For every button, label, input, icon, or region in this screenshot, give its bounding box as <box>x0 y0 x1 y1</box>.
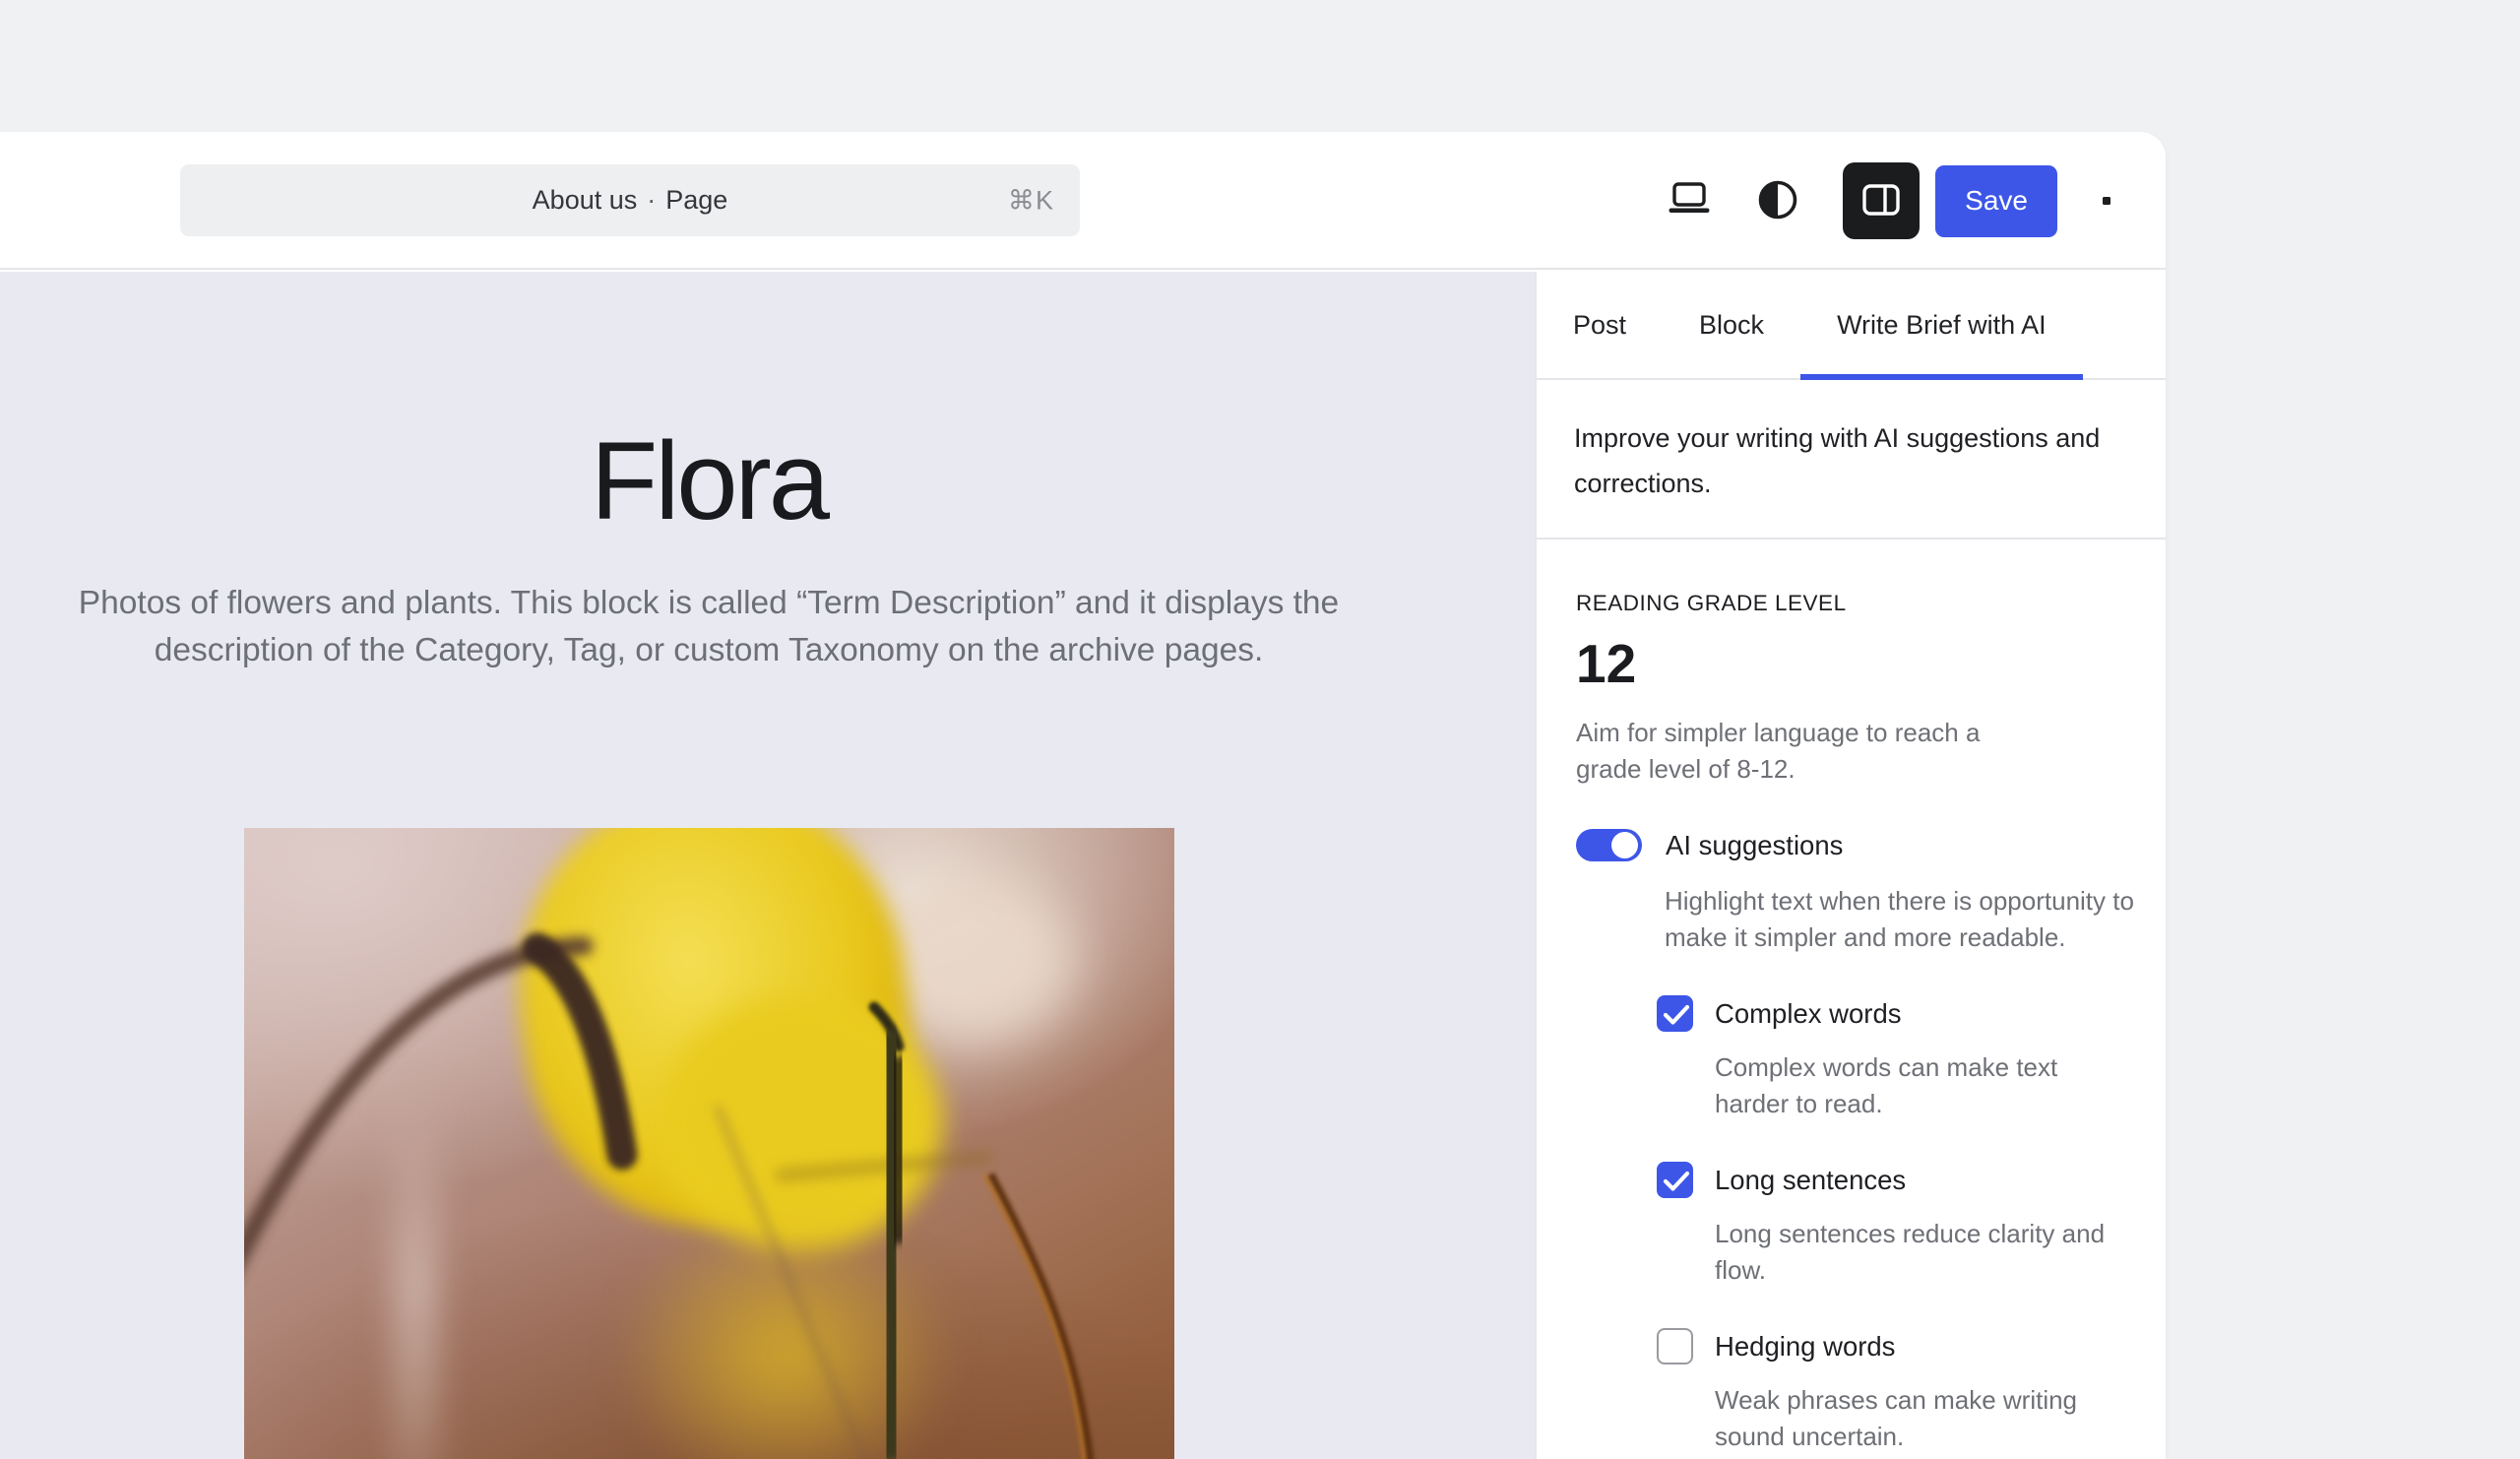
tab-post[interactable]: Post <box>1537 272 1663 378</box>
sidebar-tabs: Post Block Write Brief with AI <box>1537 272 2166 380</box>
hedging-words-label: Hedging words <box>1715 1331 1895 1363</box>
options-menu-icon <box>2103 197 2110 205</box>
toggle-knob <box>1611 832 1638 858</box>
hedging-words-checkbox-row[interactable]: Hedging words <box>1657 1328 2122 1364</box>
ai-suggestions-description: Highlight text when there is opportunity… <box>1665 883 2143 956</box>
long-sentences-label: Long sentences <box>1715 1165 1906 1196</box>
reading-grade-value: 12 <box>1576 632 2122 695</box>
toggle-settings-sidebar-button[interactable] <box>1843 162 1920 239</box>
long-sentences-description: Long sentences reduce clarity and flow. <box>1715 1216 2128 1289</box>
document-type: Page <box>665 185 727 216</box>
photo-stems-overlay <box>244 828 1174 1459</box>
laptop-icon <box>1667 181 1712 222</box>
panel-body: READING GRADE LEVEL 12 Aim for simpler l… <box>1537 591 2166 1455</box>
editor-topbar: About us · Page ⌘K <box>0 132 2166 270</box>
complex-words-label: Complex words <box>1715 998 1902 1030</box>
tab-block[interactable]: Block <box>1663 272 1800 378</box>
topbar-actions: Save <box>1658 132 2128 270</box>
ai-suggestions-toggle[interactable] <box>1576 829 1642 861</box>
editor-canvas: Flora Photos of flowers and plants. This… <box>0 272 1535 1459</box>
save-button[interactable]: Save <box>1935 165 2057 237</box>
checkmark-icon <box>1663 1004 1690 1026</box>
preview-device-button[interactable] <box>1658 169 1721 232</box>
canvas-content-column: Flora Photos of flowers and plants. This… <box>0 272 1418 674</box>
term-title-block[interactable]: Flora <box>0 417 1418 544</box>
options-menu-button[interactable] <box>2085 162 2128 239</box>
editor-workspace: Flora Photos of flowers and plants. This… <box>0 272 2166 1459</box>
style-contrast-button[interactable] <box>1748 171 1807 230</box>
complex-words-checkbox-row[interactable]: Complex words <box>1657 995 2122 1032</box>
complex-words-description: Complex words can make text harder to re… <box>1715 1049 2128 1122</box>
hedging-words-checkbox[interactable] <box>1657 1328 1693 1364</box>
complex-words-checkbox[interactable] <box>1657 995 1693 1032</box>
document-title-bar[interactable]: About us · Page ⌘K <box>180 164 1080 236</box>
contrast-icon <box>1756 178 1799 224</box>
settings-sidebar: Post Block Write Brief with AI Improve y… <box>1535 272 2166 1459</box>
reading-grade-section-label: READING GRADE LEVEL <box>1576 591 2122 616</box>
sidebar-toggle-icon <box>1860 179 1902 223</box>
reading-grade-hint: Aim for simpler language to reach a grad… <box>1576 715 2009 788</box>
long-sentences-checkbox[interactable] <box>1657 1162 1693 1198</box>
flora-photo-block[interactable] <box>244 828 1174 1459</box>
term-description-block[interactable]: Photos of flowers and plants. This block… <box>3 580 1415 674</box>
hedging-words-description: Weak phrases can make writing sound unce… <box>1715 1382 2128 1455</box>
tab-write-brief-with-ai[interactable]: Write Brief with AI <box>1800 272 2083 378</box>
document-title-separator: · <box>647 185 656 216</box>
checkmark-icon <box>1663 1171 1690 1192</box>
editor-window: About us · Page ⌘K <box>0 132 2166 1459</box>
ai-suggestions-label: AI suggestions <box>1666 830 1843 861</box>
ai-suggestions-row: AI suggestions <box>1576 829 2122 861</box>
long-sentences-checkbox-row[interactable]: Long sentences <box>1657 1162 2122 1198</box>
command-shortcut-hint: ⌘K <box>1008 185 1054 216</box>
panel-intro-text: Improve your writing with AI suggestions… <box>1537 380 2166 539</box>
document-title: About us <box>533 185 638 216</box>
